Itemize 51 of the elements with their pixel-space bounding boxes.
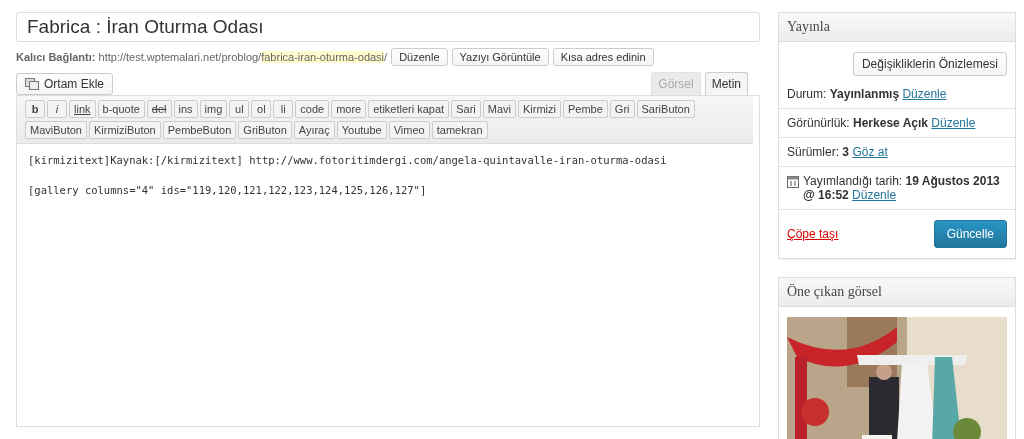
quicktag-button[interactable]: code xyxy=(295,100,330,118)
quicktag-button[interactable]: ins xyxy=(173,100,198,118)
permalink-button[interactable]: Düzenle xyxy=(391,48,448,66)
quicktag-button[interactable]: img xyxy=(199,100,228,118)
edit-link[interactable]: Düzenle xyxy=(931,116,976,130)
editor-tab[interactable]: Metin xyxy=(704,72,748,95)
preview-button[interactable]: Değişikliklerin Önizlemesi xyxy=(852,52,1007,76)
quicktag-button[interactable]: MaviButon xyxy=(25,121,87,139)
status-text: Yayımlandığı tarih: 19 Ağustos 2013 @ 16:52 Düzenle xyxy=(803,174,1001,202)
add-media-button[interactable]: Ortam Ekle xyxy=(16,73,113,95)
quicktag-button[interactable]: more xyxy=(331,100,367,118)
quicktag-button[interactable]: li xyxy=(273,100,294,118)
quicktag-button[interactable]: Ayıraç xyxy=(293,121,335,139)
quicktag-button[interactable]: Pembe xyxy=(562,100,608,118)
media-icon xyxy=(25,78,39,90)
status-text: Görünürlük: Herkese Açık Düzenle xyxy=(787,116,976,130)
edit-link[interactable]: Düzenle xyxy=(902,87,947,101)
quicktag-button[interactable]: Sari xyxy=(451,100,481,118)
quicktag-button[interactable]: etiketleri kapat xyxy=(368,100,450,118)
permalink-button[interactable]: Kısa adres edinin xyxy=(552,48,654,66)
trash-link[interactable]: Çöpe taşı xyxy=(787,227,839,241)
quicktag-button[interactable]: SariButon xyxy=(636,100,695,118)
quicktag-button[interactable]: ul xyxy=(229,100,250,118)
edit-link[interactable]: Göz at xyxy=(852,145,888,159)
quicktag-button[interactable]: KirmiziButon xyxy=(89,121,161,139)
quicktag-button[interactable]: Gri xyxy=(609,100,635,118)
panel-title: Yayınla xyxy=(779,13,1015,42)
panel-title: Öne çıkan görsel xyxy=(779,278,1015,307)
status-text: Sürümler: 3 Göz at xyxy=(787,145,888,159)
quicktag-button[interactable]: Youtube xyxy=(336,121,387,139)
quicktag-button[interactable]: i xyxy=(47,100,67,118)
update-button[interactable]: Güncelle xyxy=(933,220,1007,248)
quicktag-button[interactable]: Kirmizi xyxy=(517,100,561,118)
quicktag-button[interactable]: del xyxy=(146,100,172,118)
quicktag-button[interactable]: b xyxy=(25,100,45,118)
quicktag-button[interactable]: link xyxy=(69,100,96,118)
permalink-button[interactable]: Yazıyı Görüntüle xyxy=(451,48,549,66)
quicktag-button[interactable]: Mavi xyxy=(482,100,516,118)
edit-link[interactable]: Düzenle xyxy=(852,188,897,202)
permalink: Kalıcı Bağlantı: http://test.wptemalari.net/problog/fabrica-iran-oturma-odasi/ xyxy=(16,51,388,63)
quicktag-button[interactable]: ol xyxy=(251,100,272,118)
quicktag-button[interactable]: Vimeo xyxy=(388,121,430,139)
content-line: [kirmizitext]Kaynak:[/kirmizitext] http://www.fotoritimdergi.com/angela-quintavalle-iran-oturma-odasi xyxy=(28,154,668,166)
calendar-icon xyxy=(787,175,799,188)
quicktag-button[interactable]: GriButon xyxy=(238,121,292,139)
status-text: Durum: Yayınlanmış Düzenle xyxy=(787,87,947,101)
quicktag-button[interactable]: b-quote xyxy=(97,100,145,118)
quicktag-button[interactable]: PembeButon xyxy=(162,121,237,139)
content-line: [gallery columns="4" ids="119,120,121,122,123,124,125,126,127"] xyxy=(28,184,428,196)
title-field[interactable]: Fabrica : İran Oturma Odası xyxy=(16,12,760,42)
quicktag-button[interactable]: tamekran xyxy=(431,121,488,139)
